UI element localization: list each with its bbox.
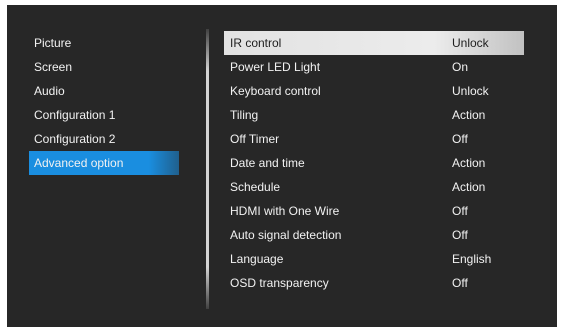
setting-value: English: [452, 252, 492, 266]
category-item-label: Advanced option: [34, 156, 124, 170]
setting-label: Power LED Light: [230, 60, 321, 74]
category-item-label: Picture: [34, 36, 72, 50]
setting-row-auto-signal-detection[interactable]: Auto signal detection Off: [224, 223, 524, 247]
category-item-configuration-1[interactable]: Configuration 1: [29, 103, 179, 127]
setting-label: Language: [230, 252, 284, 266]
category-item-advanced-option[interactable]: Advanced option: [29, 151, 179, 175]
setting-label: IR control: [230, 36, 282, 50]
settings-list: IR control Unlock Power LED Light On Key…: [224, 31, 524, 295]
setting-value: Unlock: [452, 84, 489, 98]
setting-value: Unlock: [452, 36, 489, 50]
setting-value: Action: [452, 108, 486, 122]
setting-row-keyboard-control[interactable]: Keyboard control Unlock: [224, 79, 524, 103]
setting-label: OSD transparency: [230, 276, 329, 290]
setting-row-off-timer[interactable]: Off Timer Off: [224, 127, 524, 151]
category-item-label: Audio: [34, 84, 65, 98]
category-item-audio[interactable]: Audio: [29, 79, 179, 103]
setting-value: Off: [452, 228, 468, 242]
category-item-screen[interactable]: Screen: [29, 55, 179, 79]
setting-row-date-and-time[interactable]: Date and time Action: [224, 151, 524, 175]
setting-label: Schedule: [230, 180, 281, 194]
category-item-label: Configuration 1: [34, 108, 116, 122]
category-menu: Picture Screen Audio Configuration 1 Con…: [29, 31, 179, 175]
category-item-configuration-2[interactable]: Configuration 2: [29, 127, 179, 151]
setting-row-hdmi-with-one-wire[interactable]: HDMI with One Wire Off: [224, 199, 524, 223]
setting-label: Date and time: [230, 156, 305, 170]
category-item-label: Screen: [34, 60, 73, 74]
setting-row-schedule[interactable]: Schedule Action: [224, 175, 524, 199]
setting-row-power-led-light[interactable]: Power LED Light On: [224, 55, 524, 79]
setting-label: Auto signal detection: [230, 228, 342, 242]
setting-row-language[interactable]: Language English: [224, 247, 524, 271]
setting-label: HDMI with One Wire: [230, 204, 340, 218]
setting-label: Off Timer: [230, 132, 280, 146]
setting-label: Keyboard control: [230, 84, 321, 98]
setting-label: Tiling: [230, 108, 259, 122]
setting-value: Off: [452, 276, 468, 290]
setting-value: Action: [452, 156, 486, 170]
category-item-picture[interactable]: Picture: [29, 31, 179, 55]
setting-value: Action: [452, 180, 486, 194]
category-item-label: Configuration 2: [34, 132, 116, 146]
menu-divider: [206, 29, 209, 309]
setting-row-ir-control[interactable]: IR control Unlock: [224, 31, 524, 55]
setting-value: Off: [452, 204, 468, 218]
setting-value: On: [452, 60, 469, 74]
setting-row-tiling[interactable]: Tiling Action: [224, 103, 524, 127]
setting-value: Off: [452, 132, 468, 146]
setting-row-osd-transparency[interactable]: OSD transparency Off: [224, 271, 524, 295]
osd-menu-screen: Picture Screen Audio Configuration 1 Con…: [7, 5, 557, 327]
